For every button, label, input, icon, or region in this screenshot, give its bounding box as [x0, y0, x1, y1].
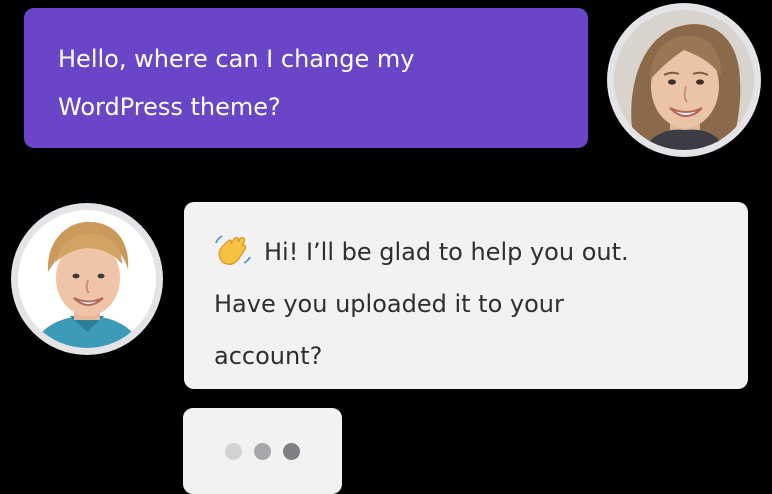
user-message-line-2: WordPress theme?	[58, 93, 281, 121]
user-avatar	[614, 10, 754, 150]
typing-dot-1	[225, 442, 242, 460]
typing-indicator	[183, 408, 342, 494]
agent-message-line-3: account?	[214, 342, 323, 370]
agent-message-text-1: Hi! I’ll be glad to help you out.	[264, 238, 629, 266]
chat-illustration: Hello, where can I change my WordPress t…	[0, 0, 772, 494]
agent-message-line-2: Have you uploaded it to your	[214, 290, 564, 318]
typing-dot-2	[254, 442, 271, 460]
waving-hand-icon	[215, 235, 251, 265]
woman-avatar-icon	[614, 10, 754, 150]
agent-message-bubble: Hi! I’ll be glad to help you out. Have y…	[184, 202, 748, 389]
agent-avatar	[18, 210, 156, 348]
user-message-line-1: Hello, where can I change my	[58, 45, 415, 73]
user-message-bubble: Hello, where can I change my WordPress t…	[24, 8, 588, 148]
typing-dot-3	[283, 442, 300, 460]
man-avatar-icon	[18, 210, 156, 348]
agent-message-line-1: Hi! I’ll be glad to help you out.	[214, 226, 718, 278]
